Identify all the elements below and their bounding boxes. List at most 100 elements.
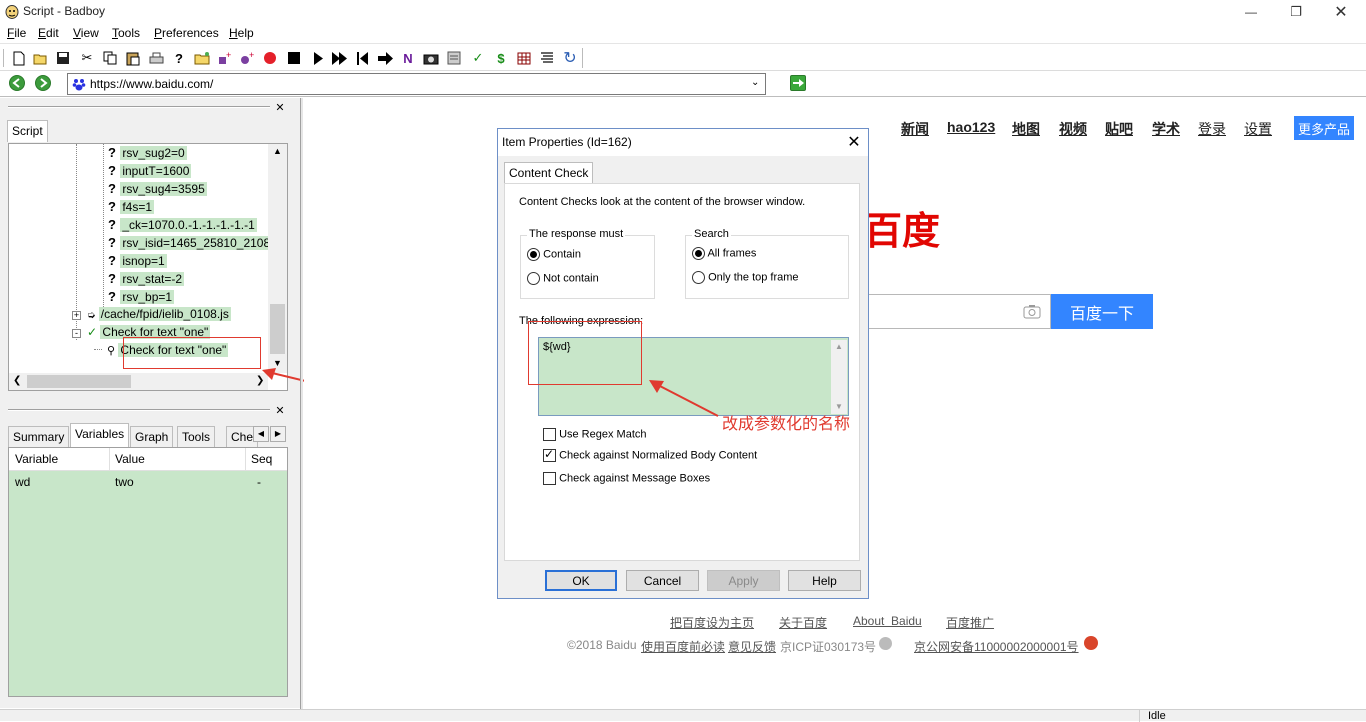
paste-icon[interactable] <box>124 49 142 67</box>
copy-icon[interactable] <box>101 49 119 67</box>
back-button[interactable] <box>9 75 25 91</box>
baidu-search-input[interactable] <box>869 294 1051 329</box>
play-icon[interactable] <box>309 49 327 67</box>
footer-link-police[interactable]: 京公网安备11000002000001号 <box>914 638 1079 655</box>
footer-link-feedback[interactable]: 意见反馈 <box>728 638 776 655</box>
column-header-seq[interactable]: Seq <box>251 452 272 466</box>
document-icon[interactable] <box>445 49 463 67</box>
scroll-thumb[interactable] <box>270 304 285 354</box>
radio-top-frame[interactable]: Only the top frame <box>692 271 799 284</box>
expression-scrollbar[interactable]: ▲ ▼ <box>831 340 847 414</box>
footer-link-homepage[interactable]: 把百度设为主页 <box>670 614 754 631</box>
n-icon[interactable]: N <box>399 49 417 67</box>
add-item-icon[interactable]: + <box>239 49 257 67</box>
table-row[interactable]: wd two - <box>9 472 287 492</box>
tree-item[interactable]: ? isnop=1 <box>107 253 167 271</box>
stop-icon[interactable] <box>285 49 303 67</box>
tab-scroll-right-icon[interactable]: ▶ <box>270 426 286 442</box>
minimize-button[interactable]: — <box>1228 0 1274 24</box>
menu-file[interactable]: File <box>7 26 26 40</box>
restore-button[interactable]: ❐ <box>1273 0 1319 24</box>
baidu-nav-xueshu[interactable]: 学术 <box>1152 119 1180 139</box>
align-icon[interactable] <box>538 49 556 67</box>
baidu-nav-settings[interactable]: 设置 <box>1244 119 1272 139</box>
radio-contain[interactable]: Contain <box>527 248 581 261</box>
scroll-thumb-horizontal[interactable] <box>27 375 131 388</box>
checkbox-message-boxes[interactable]: Check against Message Boxes <box>543 472 710 485</box>
radio-not-contain[interactable]: Not contain <box>527 272 599 285</box>
tree-item[interactable]: ? rsv_bp=1 <box>107 289 175 307</box>
tab-content-check[interactable]: Content Check <box>504 162 594 184</box>
refresh-icon[interactable]: ↻ <box>561 49 579 67</box>
expand-plus-icon[interactable]: + <box>72 311 81 320</box>
baidu-search-button[interactable]: 百度一下 <box>1051 294 1153 329</box>
scroll-left-icon[interactable]: ❮ <box>13 375 21 386</box>
cut-icon[interactable]: ✂ <box>78 49 96 67</box>
baidu-more-products-button[interactable]: 更多产品 <box>1294 116 1354 140</box>
tab-script[interactable]: Script <box>7 120 48 142</box>
record-icon[interactable] <box>261 49 279 67</box>
tree-item[interactable]: ? rsv_isid=1465_25810_21081_ <box>107 235 286 253</box>
tree-item[interactable]: ? rsv_sug2=0 <box>107 145 187 163</box>
fast-forward-icon[interactable] <box>331 49 349 67</box>
script-panel-close-icon[interactable]: ✕ <box>274 103 286 115</box>
print-icon[interactable] <box>147 49 165 67</box>
url-input[interactable]: https://www.baidu.com/ ⌄ <box>67 73 766 95</box>
footer-link-about-en[interactable]: About Baidu <box>853 614 922 628</box>
baidu-nav-map[interactable]: 地图 <box>1012 119 1040 139</box>
tree-item[interactable]: ? _ck=1070.0.-1.-1.-1.-1.-1 <box>107 217 257 235</box>
baidu-nav-tieba[interactable]: 贴吧 <box>1105 119 1133 139</box>
footer-link-promotion[interactable]: 百度推广 <box>946 614 994 631</box>
baidu-nav-login[interactable]: 登录 <box>1198 119 1226 139</box>
tab-variables[interactable]: Variables <box>70 423 130 448</box>
tab-scroll-left-icon[interactable]: ◀ <box>253 426 269 442</box>
footer-link-about[interactable]: 关于百度 <box>779 614 827 631</box>
checkbox-normalized-body[interactable]: Check against Normalized Body Content <box>543 447 757 462</box>
camera-icon[interactable] <box>1023 304 1041 322</box>
url-dropdown-icon[interactable]: ⌄ <box>751 77 759 88</box>
tree-item-cache[interactable]: ➭ /cache/fpid/ielib_0108.js <box>87 307 231 325</box>
tab-summary[interactable]: Summary <box>8 426 70 448</box>
collapse-minus-icon[interactable]: - <box>72 329 81 338</box>
forward-button[interactable] <box>35 75 51 91</box>
help-icon[interactable]: ? <box>170 49 188 67</box>
column-header-variable[interactable]: Variable <box>15 452 58 466</box>
scroll-up-icon[interactable]: ▲ <box>835 342 843 351</box>
splitter[interactable] <box>300 98 303 709</box>
menu-view[interactable]: View <box>73 26 99 40</box>
radio-all-frames[interactable]: All frames <box>692 247 756 260</box>
tab-tools[interactable]: Tools <box>177 426 216 448</box>
camera-icon[interactable] <box>422 49 440 67</box>
step-icon[interactable] <box>377 49 395 67</box>
menu-edit[interactable]: Edit <box>38 26 59 40</box>
tree-item[interactable]: ? rsv_stat=-2 <box>107 271 185 289</box>
horizontal-scrollbar[interactable]: ❮ ❯ <box>9 373 268 390</box>
menu-preferences[interactable]: Preferences <box>154 26 219 40</box>
tree-item[interactable]: ? rsv_sug4=3595 <box>107 181 207 199</box>
menu-help[interactable]: Help <box>229 26 254 40</box>
column-header-value[interactable]: Value <box>115 452 145 466</box>
scroll-up-icon[interactable]: ▲ <box>273 146 282 156</box>
check-icon[interactable]: ✓ <box>469 49 487 67</box>
help-button[interactable]: Help <box>788 570 861 591</box>
new-icon[interactable] <box>10 49 28 67</box>
rewind-icon[interactable] <box>354 49 372 67</box>
vertical-scrollbar[interactable]: ▲ ▼ <box>268 144 287 373</box>
variables-panel-close-icon[interactable]: ✕ <box>274 406 286 418</box>
go-button[interactable] <box>790 75 806 91</box>
open-icon[interactable] <box>32 49 50 67</box>
checkbox-regex[interactable]: Use Regex Match <box>543 428 647 441</box>
dollar-icon[interactable]: $ <box>492 49 510 67</box>
baidu-nav-hao123[interactable]: hao123 <box>947 119 995 135</box>
ok-button[interactable]: OK <box>545 570 617 591</box>
new-folder-icon[interactable] <box>193 49 211 67</box>
add-step-icon[interactable]: + <box>216 49 234 67</box>
tab-graph[interactable]: Graph <box>130 426 174 448</box>
baidu-nav-video[interactable]: 视频 <box>1059 119 1087 139</box>
tree-item[interactable]: ? f4s=1 <box>107 199 155 217</box>
dialog-close-icon[interactable]: ✕ <box>844 132 864 152</box>
close-window-button[interactable]: ✕ <box>1318 0 1364 24</box>
cancel-button[interactable]: Cancel <box>626 570 699 591</box>
apply-button[interactable]: Apply <box>707 570 780 591</box>
footer-link-terms[interactable]: 使用百度前必读 <box>641 638 725 655</box>
